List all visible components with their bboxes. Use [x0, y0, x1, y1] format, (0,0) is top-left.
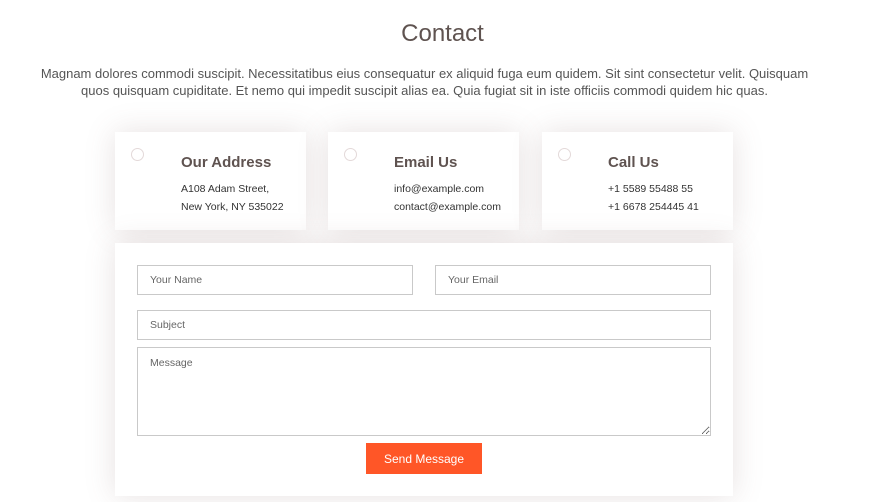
message-textarea[interactable]	[137, 347, 711, 436]
address-line-2: New York, NY 535022	[181, 201, 284, 213]
section-title: Contact	[401, 20, 484, 47]
email-line-2[interactable]: contact@example.com	[394, 201, 501, 213]
email-card: Email Us info@example.com contact@exampl…	[328, 132, 519, 230]
send-message-button[interactable]: Send Message	[366, 443, 482, 474]
subject-input[interactable]	[137, 310, 711, 340]
phone-card: Call Us +1 5589 55488 55 +1 6678 254445 …	[542, 132, 733, 230]
phone-card-title: Call Us	[608, 154, 659, 171]
envelope-icon	[344, 148, 357, 161]
email-card-title: Email Us	[394, 154, 458, 171]
email-input[interactable]	[435, 265, 711, 295]
contact-form: Send Message	[115, 243, 733, 496]
map-pin-icon	[131, 148, 144, 161]
phone-line-2[interactable]: +1 6678 254445 41	[608, 201, 699, 213]
address-line-1: A108 Adam Street,	[181, 183, 270, 195]
address-card-title: Our Address	[181, 154, 272, 171]
phone-icon	[558, 148, 571, 161]
phone-line-1[interactable]: +1 5589 55488 55	[608, 183, 693, 195]
address-card: Our Address A108 Adam Street, New York, …	[115, 132, 306, 230]
name-input[interactable]	[137, 265, 413, 295]
section-intro: Magnam dolores commodi suscipit. Necessi…	[40, 66, 809, 98]
email-line-1[interactable]: info@example.com	[394, 183, 484, 195]
